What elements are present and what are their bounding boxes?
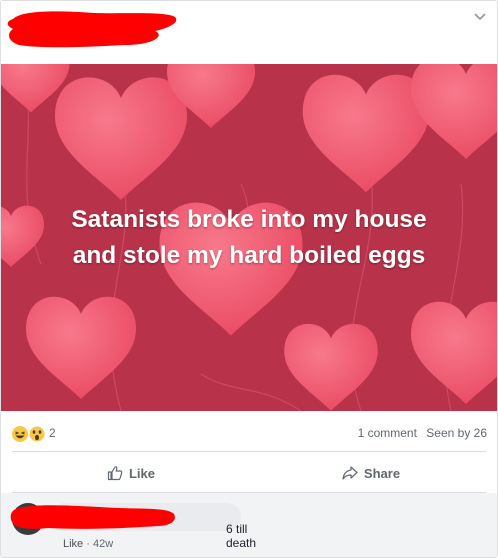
redacted-commenter-name bbox=[10, 505, 175, 529]
meta-separator: · bbox=[86, 538, 90, 550]
share-button[interactable]: Share bbox=[251, 455, 491, 491]
caption-line-2: and stole my hard boiled eggs bbox=[72, 242, 426, 269]
comment-like-link[interactable]: Like bbox=[63, 538, 83, 550]
chevron-down-icon[interactable] bbox=[473, 10, 487, 24]
post-stats: 2 1 comment Seen by 26 bbox=[1, 418, 497, 448]
reaction-count[interactable]: 2 bbox=[49, 426, 56, 440]
reactions-icons[interactable] bbox=[12, 425, 46, 443]
wow-emoji-icon bbox=[28, 425, 46, 443]
stats-right: 1 comment Seen by 26 bbox=[352, 426, 487, 440]
caption-line-1: Satanists broke into my house bbox=[71, 206, 427, 233]
like-label: Like bbox=[128, 465, 155, 481]
divider bbox=[12, 451, 486, 452]
comment-count[interactable]: 1 comment bbox=[358, 426, 417, 440]
seen-by[interactable]: Seen by 26 bbox=[426, 426, 487, 440]
post-header bbox=[1, 1, 497, 64]
comment-meta: Like · 42w bbox=[63, 538, 113, 550]
thumbs-up-icon bbox=[107, 466, 123, 481]
like-button[interactable]: Like bbox=[11, 455, 251, 491]
comment-text: 6 till death bbox=[226, 522, 257, 550]
post-actions: Like Share bbox=[1, 455, 497, 491]
share-label: Share bbox=[363, 465, 401, 481]
redacted-author-name bbox=[7, 11, 177, 48]
post-image[interactable]: Satanists broke into my house and stole … bbox=[1, 64, 497, 411]
laugh-emoji-icon bbox=[12, 426, 28, 442]
post-card: Satanists broke into my house and stole … bbox=[0, 0, 498, 558]
comment-timestamp[interactable]: 42w bbox=[93, 538, 113, 550]
post-image-caption: Satanists broke into my house and stole … bbox=[1, 202, 497, 274]
share-arrow-icon bbox=[342, 466, 358, 480]
